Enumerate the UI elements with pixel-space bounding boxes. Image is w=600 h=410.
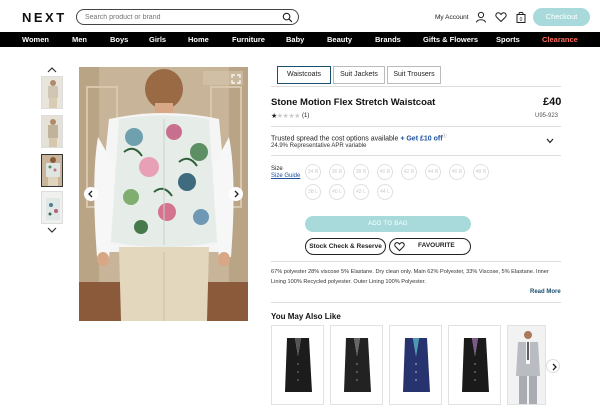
size-option[interactable]: 40 R xyxy=(377,164,393,180)
tab-suit-jackets[interactable]: Suit Jackets xyxy=(333,66,385,84)
recommendation-item[interactable] xyxy=(271,325,324,405)
read-more-link[interactable]: Read More xyxy=(530,289,561,295)
divider xyxy=(271,302,561,303)
thumbnail-up-icon[interactable] xyxy=(46,66,58,74)
recommendation-item[interactable] xyxy=(389,325,442,405)
navy-waistcoat-icon xyxy=(403,338,430,392)
size-option[interactable]: 44 R xyxy=(425,164,441,180)
recommendation-item[interactable] xyxy=(330,325,383,405)
offer-link[interactable]: + Get £10 off xyxy=(400,135,442,142)
nav-item-clearance[interactable]: Clearance xyxy=(542,35,578,44)
recommendations-next-button[interactable] xyxy=(546,359,560,373)
nav-item-baby[interactable]: Baby xyxy=(286,35,304,44)
nav-item-beauty[interactable]: Beauty xyxy=(327,35,352,44)
image-next-button[interactable] xyxy=(229,187,243,201)
chevron-down-icon[interactable] xyxy=(546,138,554,144)
checkout-button[interactable]: Checkout xyxy=(533,8,590,26)
expand-icon[interactable] xyxy=(231,74,241,84)
chevron-right-icon xyxy=(234,190,239,198)
black-waistcoat-icon xyxy=(285,338,312,392)
info-icon: ⓘ xyxy=(442,133,447,138)
recommendation-item[interactable] xyxy=(448,325,501,405)
bag-icon[interactable]: 0 xyxy=(515,11,527,23)
star-empty-icon: ★★★★ xyxy=(276,113,301,120)
tab-waistcoats[interactable]: Waistcoats xyxy=(277,66,331,84)
divider xyxy=(271,155,561,156)
account-icon[interactable] xyxy=(475,11,487,23)
size-option[interactable]: 34 R xyxy=(305,164,321,180)
material-description: 67% polyester 28% viscose 5% Elastane. D… xyxy=(271,269,549,285)
nav-item-brands[interactable]: Brands xyxy=(375,35,401,44)
grey-suit-model-icon xyxy=(508,326,545,404)
favourite-button[interactable]: FAVOURITE xyxy=(389,238,471,255)
size-option[interactable]: 42 R xyxy=(401,164,417,180)
image-prev-button[interactable] xyxy=(84,187,98,201)
size-option[interactable]: 46 R xyxy=(449,164,465,180)
product-image xyxy=(79,67,248,321)
rating-stars[interactable]: ★★★★★ xyxy=(271,112,300,120)
size-option[interactable]: 38 L xyxy=(305,184,321,200)
size-option[interactable]: 38 R xyxy=(353,164,369,180)
divider xyxy=(271,126,561,127)
recommendations-title: You May Also Like xyxy=(271,312,341,321)
product-price: £40 xyxy=(543,96,562,108)
nav-item-girls[interactable]: Girls xyxy=(149,35,166,44)
my-account-link[interactable]: My Account xyxy=(435,14,469,21)
search-bar[interactable] xyxy=(76,9,299,25)
nav-item-men[interactable]: Men xyxy=(72,35,87,44)
main-nav: Women Men Boys Girls Home Furniture Baby… xyxy=(0,32,600,47)
trust-text: Trusted spread the cost options availabl… xyxy=(271,135,399,143)
tab-suit-trousers[interactable]: Suit Trousers xyxy=(387,66,441,84)
search-icon[interactable] xyxy=(282,12,293,23)
size-option[interactable]: 42 L xyxy=(353,184,369,200)
thumbnail-3[interactable] xyxy=(41,154,63,187)
search-input[interactable] xyxy=(85,12,280,23)
logo[interactable]: NEXT xyxy=(22,10,67,25)
black-floral-waistcoat-icon xyxy=(462,338,489,392)
divider xyxy=(271,86,561,87)
stock-check-button[interactable]: Stock Check & Reserve xyxy=(305,238,386,255)
svg-text:0: 0 xyxy=(520,17,523,23)
size-option[interactable]: 48 R xyxy=(473,164,489,180)
recommendation-item[interactable] xyxy=(507,325,546,405)
nav-item-furniture[interactable]: Furniture xyxy=(232,35,265,44)
nav-item-women[interactable]: Women xyxy=(22,35,49,44)
product-code: U95-923 xyxy=(535,113,559,119)
thumbnail-1[interactable] xyxy=(41,76,63,109)
thumbnail-4[interactable] xyxy=(41,191,63,224)
header: NEXT My Account 0 Checkout xyxy=(0,0,600,32)
thumbnail-2[interactable] xyxy=(41,115,63,148)
size-label: Size xyxy=(271,166,283,172)
size-option[interactable]: 44 L xyxy=(377,184,393,200)
chevron-right-icon xyxy=(552,363,557,371)
heart-icon[interactable] xyxy=(495,11,507,23)
chevron-left-icon xyxy=(88,190,93,198)
size-option[interactable]: 40 L xyxy=(329,184,345,200)
nav-item-gifts-flowers[interactable]: Gifts & Flowers xyxy=(423,35,478,44)
size-guide-link[interactable]: Size Guide xyxy=(271,173,300,179)
product-title: Stone Motion Flex Stretch Waistcoat xyxy=(271,97,436,108)
nav-item-boys[interactable]: Boys xyxy=(110,35,128,44)
apr-text: 24.9% Representative APR variable xyxy=(271,143,367,149)
nav-item-sports[interactable]: Sports xyxy=(496,35,520,44)
divider xyxy=(271,261,561,262)
spread-cost-text[interactable]: Trusted spread the cost options availabl… xyxy=(271,133,447,142)
heart-icon xyxy=(394,242,405,252)
favourite-label: FAVOURITE xyxy=(418,242,455,249)
nav-item-home[interactable]: Home xyxy=(188,35,209,44)
black-waistcoat-icon xyxy=(344,338,371,392)
thumbnail-down-icon[interactable] xyxy=(46,226,58,234)
add-to-bag-button[interactable]: ADD TO BAG xyxy=(305,216,471,232)
review-count[interactable]: (1) xyxy=(302,113,309,119)
size-option[interactable]: 36 R xyxy=(329,164,345,180)
